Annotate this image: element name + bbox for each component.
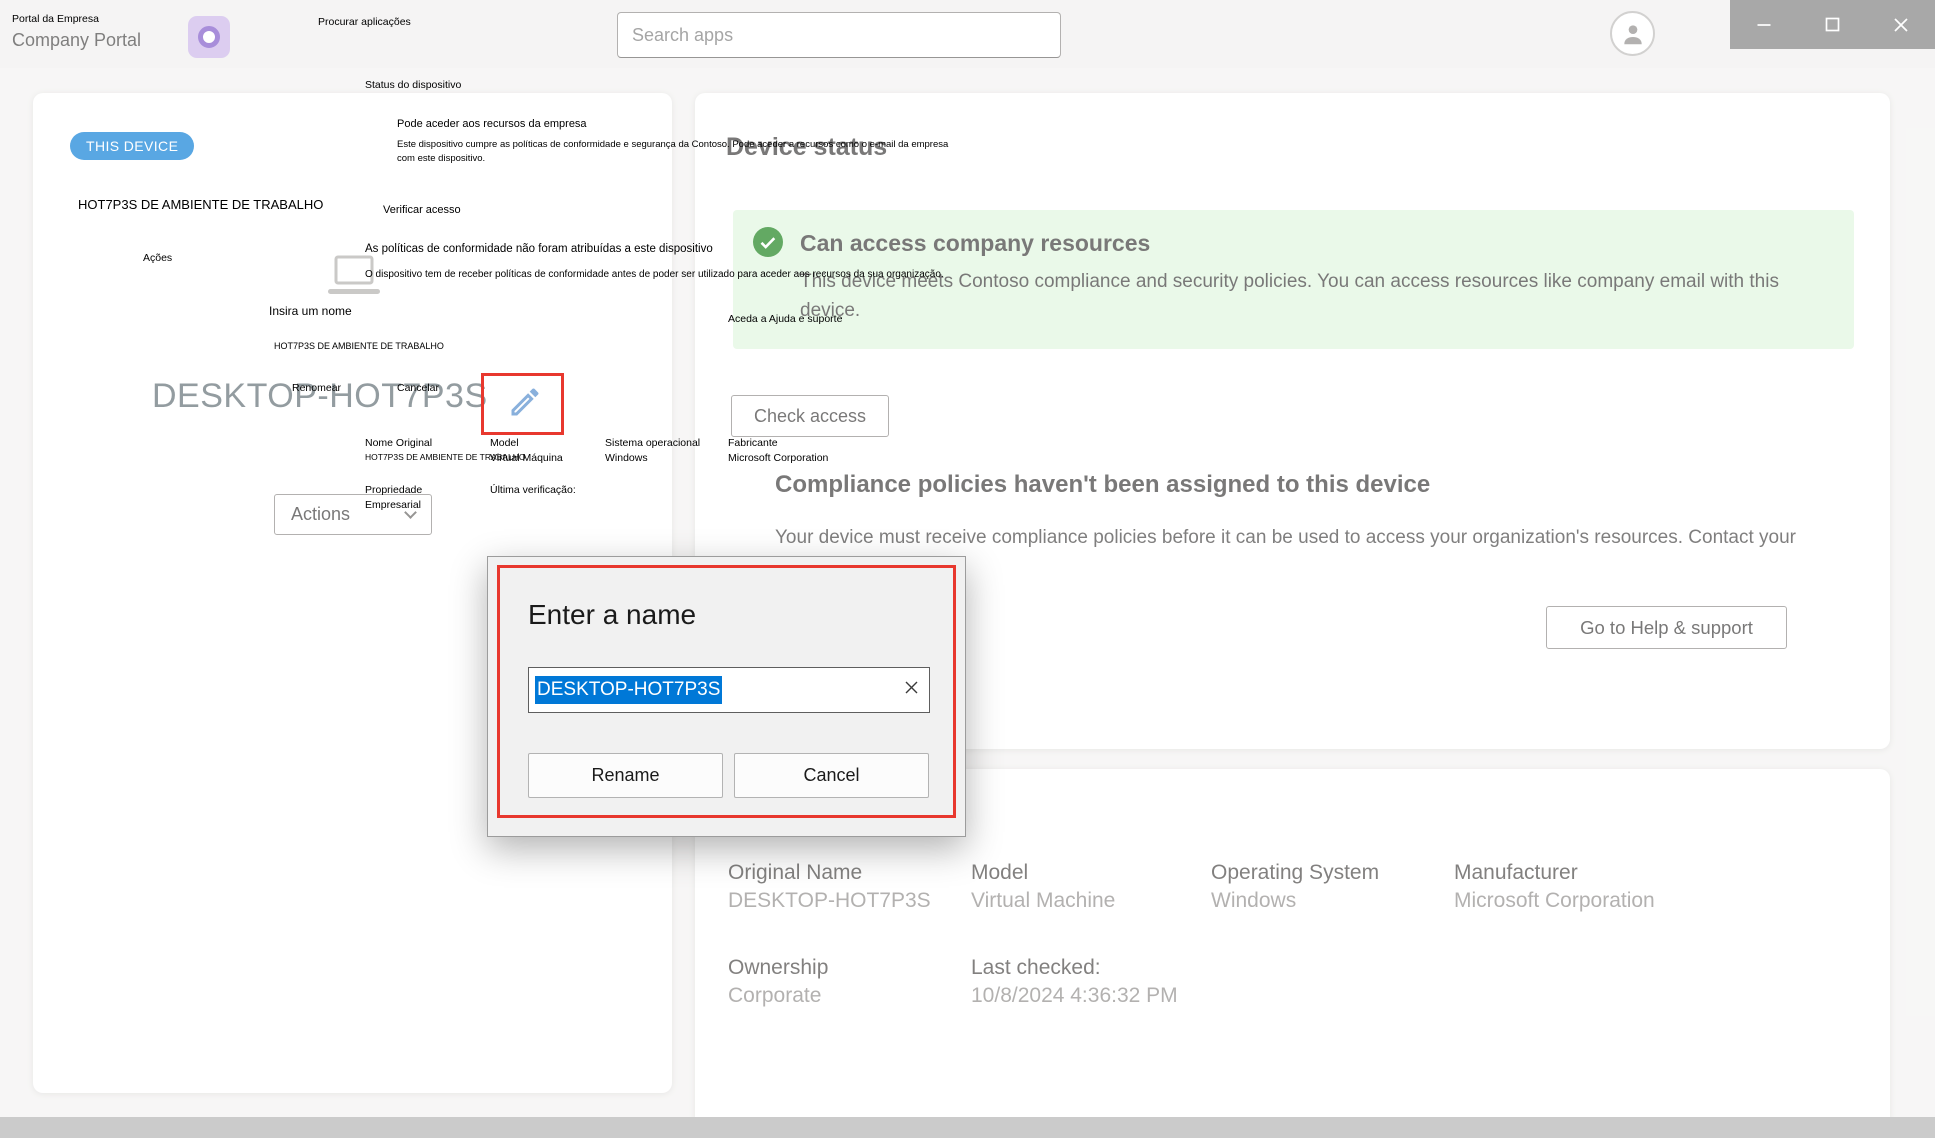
original-name-value: DESKTOP-HOT7P3S xyxy=(728,889,931,912)
go-to-help-support-button[interactable]: Go to Help & support xyxy=(1546,606,1787,649)
overlay-fabricante-label: Fabricante xyxy=(728,437,778,449)
overlay-fabricante-value: Microsoft Corporation xyxy=(728,452,829,464)
search-box xyxy=(617,12,1061,58)
last-checked-label: Last checked: xyxy=(971,956,1101,979)
manufacturer-value: Microsoft Corporation xyxy=(1454,889,1655,912)
overlay-propriedade-label: Propriedade xyxy=(365,484,423,496)
rename-input-selected-text: DESKTOP-HOT7P3S xyxy=(535,676,723,704)
overlay-acoes: Ações xyxy=(143,252,173,264)
overlay-politicas-nao-atribuidas: As políticas de conformidade não foram a… xyxy=(365,243,713,255)
compliance-title: Compliance policies haven't been assigne… xyxy=(775,471,1431,498)
overlay-portal-da-empresa: Portal da Empresa xyxy=(12,13,99,25)
maximize-button[interactable] xyxy=(1798,0,1866,49)
banner-title: Can access company resources xyxy=(800,230,1151,256)
overlay-este-dispositivo: Este dispositivo cumpre as políticas de … xyxy=(397,139,949,164)
close-button[interactable] xyxy=(1867,0,1935,49)
window-controls xyxy=(1730,0,1935,49)
dialog-cancel-button[interactable]: Cancel xyxy=(734,753,929,798)
user-avatar-icon[interactable] xyxy=(1610,11,1655,56)
overlay-dispositivo-receber: O dispositivo tem de receber políticas d… xyxy=(365,269,944,280)
last-checked-value: 10/8/2024 4:36:32 PM xyxy=(971,984,1178,1007)
rename-dialog-title: Enter a name xyxy=(528,599,697,630)
overlay-sistema-operacional-value: Windows xyxy=(605,452,648,464)
rename-dialog: Enter a name DESKTOP-HOT7P3S Rename Canc… xyxy=(487,556,966,837)
overlay-pode-aceder: Pode aceder aos recursos da empresa xyxy=(397,118,587,130)
operating-system-value: Windows xyxy=(1211,889,1297,912)
check-access-button[interactable]: Check access xyxy=(731,395,889,437)
app-title: Company Portal xyxy=(12,30,142,50)
manufacturer-label: Manufacturer xyxy=(1454,861,1578,884)
overlay-sistema-operacional-label: Sistema operacional xyxy=(605,437,701,449)
overlay-verificar-acesso: Verificar acesso xyxy=(383,204,461,216)
pencil-icon xyxy=(507,388,543,423)
dialog-rename-button[interactable]: Rename xyxy=(528,753,723,798)
overlay-status-dispositivo: Status do dispositivo xyxy=(365,79,462,91)
overlay-nome-original-label: Nome Original xyxy=(365,437,433,449)
search-input[interactable] xyxy=(617,12,1061,58)
app-window: Company Portal THIS DEVICE DESKTOP-HOT7P… xyxy=(0,0,1935,1138)
model-value: Virtual Machine xyxy=(971,889,1116,912)
original-name-label: Original Name xyxy=(728,861,863,884)
clear-input-icon[interactable] xyxy=(904,680,919,700)
overlay-propriedade-value: Empresarial xyxy=(365,499,422,511)
operating-system-label: Operating System xyxy=(1211,861,1380,884)
overlay-insira-um-nome: Insira um nome xyxy=(269,304,352,318)
ownership-label: Ownership xyxy=(728,956,829,979)
overlay-renomear: Renomear xyxy=(292,382,342,394)
actions-dropdown-label: Actions xyxy=(291,504,351,524)
company-portal-logo-icon xyxy=(188,16,230,58)
overlay-model-value: Virtual Máquina xyxy=(490,452,563,464)
rename-name-input[interactable]: DESKTOP-HOT7P3S xyxy=(528,667,930,713)
bottom-strip xyxy=(0,1117,1935,1138)
minimize-button[interactable] xyxy=(1730,0,1798,49)
ownership-value: Corporate xyxy=(728,984,822,1007)
titlebar: Company Portal xyxy=(0,0,1935,68)
overlay-procurar-aplicacoes: Procurar aplicações xyxy=(318,16,411,28)
this-device-badge: THIS DEVICE xyxy=(70,132,195,160)
rename-device-button[interactable] xyxy=(505,383,545,423)
overlay-device-name-small: HOT7P3S DE AMBIENTE DE TRABALHO xyxy=(274,341,444,351)
check-circle-icon xyxy=(753,227,783,262)
model-label: Model xyxy=(971,861,1029,884)
overlay-device-name-header: HOT7P3S DE AMBIENTE DE TRABALHO xyxy=(78,197,324,212)
overlay-ultima-verificacao: Última verificação: xyxy=(490,484,576,496)
overlay-cancelar: Cancelar xyxy=(397,382,440,394)
overlay-aceda-ajuda: Aceda a Ajuda e suporte xyxy=(728,313,843,325)
overlay-model-label: Model xyxy=(490,437,519,449)
banner-body: This device meets Contoso compliance and… xyxy=(800,271,1779,321)
